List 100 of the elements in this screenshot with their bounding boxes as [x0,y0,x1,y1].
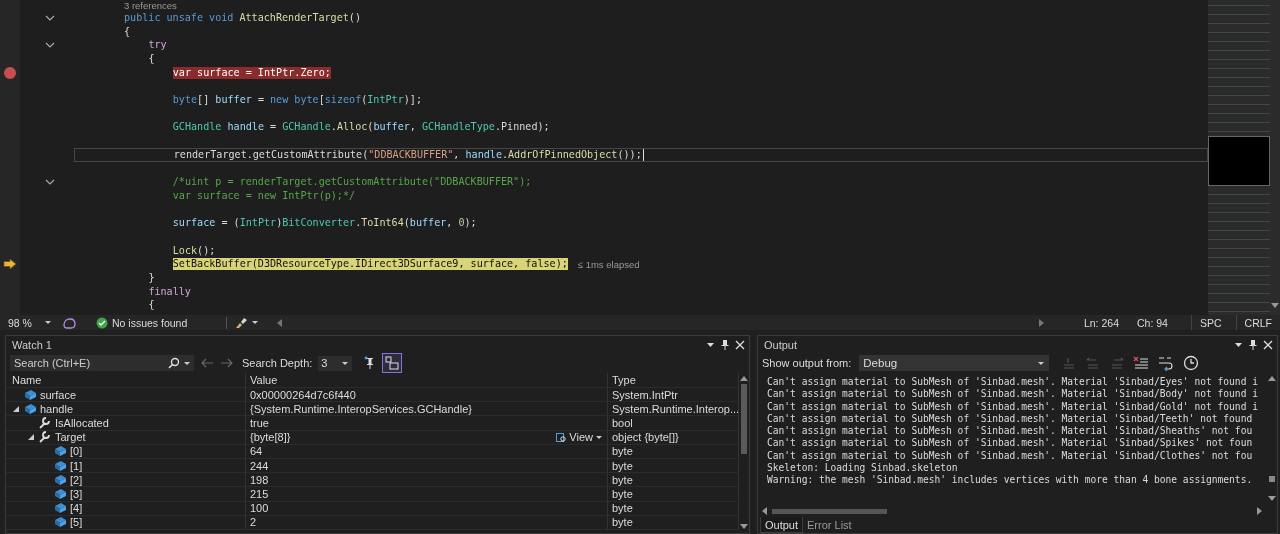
caret-icon[interactable] [251,319,259,326]
panel-tab[interactable]: Error List [803,517,856,533]
variable-type: byte [612,516,633,529]
column-header[interactable]: Value [246,373,608,387]
wrench-icon [38,431,52,444]
variable-name: IsAllocated [55,416,109,429]
code-line: public unsafe void AttachRenderTarget() [124,11,361,24]
brain-icon[interactable] [62,316,76,329]
scroll-down-icon[interactable] [1271,303,1279,309]
dropdown-icon[interactable] [1234,340,1243,349]
expander-icon[interactable] [12,404,20,413]
next-message-icon [1109,356,1126,370]
caret-icon[interactable] [595,433,603,441]
scrollbar-thumb[interactable] [772,508,887,514]
clock-icon[interactable] [1183,355,1200,371]
cube-icon [53,502,67,515]
close-icon[interactable] [1263,339,1273,350]
variable-value: 198 [250,473,269,486]
word-wrap-icon[interactable] [1157,355,1176,371]
references-link[interactable]: 3 references [124,0,177,11]
vertical-scrollbar[interactable] [1270,0,1280,315]
back-arrow-icon[interactable] [200,358,214,368]
output-line: Can't assign material to SubMesh of 'Sinbad.mesh'. Material 'Sinbad/Sheaths' not fou [767,425,1254,438]
close-icon[interactable] [735,339,745,350]
scrollbar-thumb[interactable] [1269,476,1275,482]
output-line: Can't assign material to SubMesh of 'Sinbad.mesh'. Material 'Sinbad/Teeth' not found [767,412,1254,426]
variable-value: {byte[8]} [250,431,291,444]
clear-all-icon[interactable] [1133,356,1150,370]
code-line: byte[] buffer = new byte[sizeof(IntPtr)]; [172,93,422,106]
output-source-dropdown[interactable]: Debug [859,355,1050,371]
caret-icon[interactable] [1037,359,1046,367]
variable-type: System.Runtime.Interop... [612,402,738,415]
scroll-left-icon[interactable] [277,318,283,327]
wrench-icon [38,416,52,429]
panel-tab[interactable]: Output [760,517,804,533]
pin-icon[interactable] [1249,339,1257,350]
chevron-icon[interactable] [45,41,55,50]
code-line: Lock(); [172,244,216,257]
scroll-down-icon[interactable] [740,524,748,530]
code-line: { [148,299,155,312]
forward-arrow-icon[interactable] [220,358,234,368]
caret-icon[interactable] [43,319,52,326]
variable-value: 215 [250,487,269,500]
line-ending-indicator[interactable]: CRLF [1235,315,1280,330]
whitespace-indicator[interactable]: SPC [1191,315,1230,330]
variable-type: bool [612,416,633,429]
variable-type: System.IntPtr [612,388,679,401]
variable-name: [2] [70,473,83,486]
scroll-up-icon[interactable] [740,376,748,382]
search-options-button[interactable] [165,355,194,371]
code-line: finally [148,285,191,298]
view-button[interactable]: View [556,431,603,444]
arrow-icon [3,258,17,271]
search-icon[interactable] [168,357,180,369]
source-label: Show output from: [762,357,852,369]
output-line: Can't assign material to SubMesh of 'Sinbad.mesh'. Material 'Sinbad/Gold' not found i [767,400,1259,413]
variable-type: byte [612,459,633,472]
variable-type: byte [612,473,633,486]
breakpoint-icon[interactable] [3,65,17,80]
scrollbar-thumb[interactable] [741,384,747,454]
cube-icon [53,459,67,472]
panel-title: Watch 1 [12,338,52,351]
variable-name: [4] [70,502,83,515]
search-field[interactable]: Search (Ctrl+E) [10,355,165,371]
variable-name: [1] [70,459,83,472]
brush-icon [235,316,249,329]
hex-view-icon[interactable] [382,353,403,373]
issues-indicator[interactable]: No issues found [96,316,206,329]
scroll-left-icon[interactable] [762,507,768,515]
variable-type: byte [612,445,633,458]
code-line: } [148,271,155,284]
code-line: surface = (IntPtr)BitConverter.ToInt64(buffer, 0); [172,217,477,230]
scroll-up-icon[interactable] [1268,376,1276,382]
search-depth-dropdown[interactable]: 3 [318,355,353,371]
scroll-right-icon[interactable] [1039,318,1045,327]
chevron-icon[interactable] [45,178,55,187]
zoom-dropdown[interactable]: 98 % [8,316,56,329]
column-indicator[interactable]: Ch: 94 [1131,316,1185,329]
cube-icon [53,473,67,486]
cube-icon [23,402,37,415]
scroll-right-icon[interactable] [1257,507,1263,515]
expander-icon[interactable] [27,433,35,442]
chevron-icon[interactable] [45,13,55,22]
output-line: Can't assign material to SubMesh of 'Sinbad.mesh'. Material 'Sinbad/Eyes' not found i [767,376,1259,389]
cube-icon [53,516,67,529]
caret-icon[interactable] [341,359,350,367]
column-header[interactable]: Name [6,373,246,387]
search-depth-label: Search Depth: [242,357,313,369]
variable-type: byte [612,487,633,500]
cleanup-button[interactable] [226,316,259,329]
scroll-down-icon[interactable] [1268,496,1276,502]
pin-icon[interactable] [721,339,729,350]
variable-value: 2 [250,516,257,529]
cube-icon [53,487,67,500]
line-number-indicator[interactable]: Ln: 264 [1063,316,1125,329]
elapsed-time-tip: ≤ 1ms elapsed [577,258,640,270]
variable-name: [5] [70,516,83,529]
caret-icon[interactable] [183,359,191,367]
check-circle-icon [96,316,108,329]
dropdown-icon[interactable] [706,340,715,349]
